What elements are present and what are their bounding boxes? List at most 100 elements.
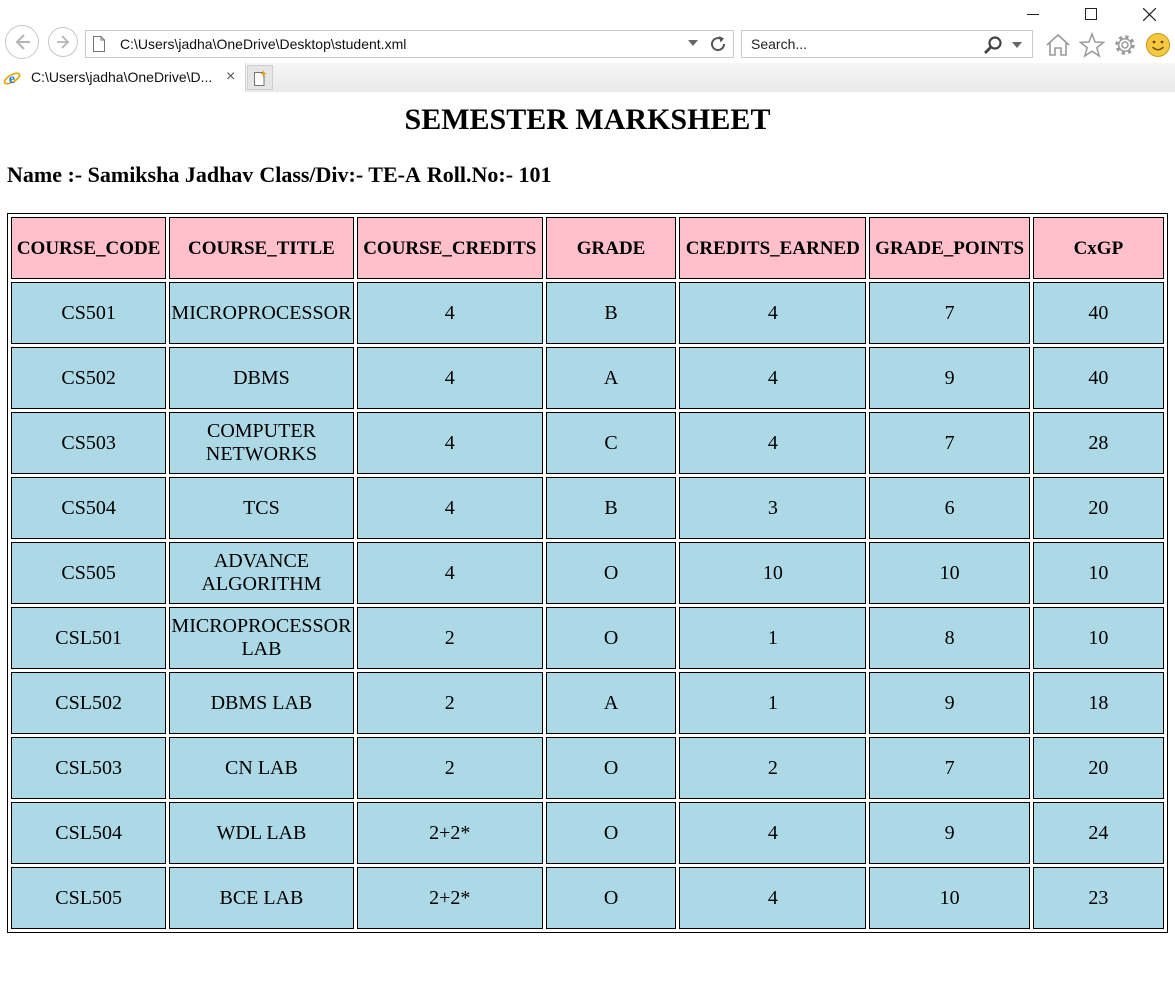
cell-course-title: DBMS LAB	[169, 672, 354, 734]
cell-course-credits: 4	[356, 412, 543, 474]
cell-credits-earned: 4	[679, 282, 867, 344]
cell-grade-points: 7	[869, 282, 1030, 344]
search-dropdown-icon[interactable]	[1012, 42, 1022, 48]
close-icon	[1142, 7, 1156, 21]
cell-cxgp: 40	[1032, 282, 1164, 344]
cell-course-title: MICROPROCESSOR LAB	[169, 607, 354, 669]
home-icon	[1046, 33, 1070, 56]
cell-grade: O	[545, 802, 677, 864]
cell-credits-earned: 1	[679, 607, 867, 669]
favorites-star-icon	[1079, 32, 1105, 58]
cell-grade-points: 7	[869, 737, 1030, 799]
cell-grade: O	[545, 867, 677, 929]
settings-button[interactable]	[1110, 30, 1140, 60]
cell-course-credits: 4	[356, 542, 543, 604]
cell-course-title: CN LAB	[169, 737, 354, 799]
tab-student-xml[interactable]: e C:\Users\jadha\OneDrive\D... ×	[0, 63, 246, 92]
close-window-button[interactable]	[1120, 0, 1175, 28]
minimize-icon	[1027, 14, 1039, 15]
table-row: CS502 DBMS 4 A 4 9 40	[11, 347, 1164, 409]
student-info: Name :- Samiksha Jadhav Class/Div:- TE-A R…	[7, 161, 552, 189]
cell-course-code: CSL503	[11, 737, 167, 799]
table-body: CS501 MICROPROCESSOR 4 B 4 7 40 CS502 DBMS 4 A 4 9 40…	[11, 282, 1164, 929]
cell-grade-points: 7	[869, 412, 1030, 474]
forward-button[interactable]	[48, 27, 78, 57]
cell-course-title: COMPUTER NETWORKS	[169, 412, 354, 474]
cell-cxgp: 18	[1032, 672, 1164, 734]
search-icon[interactable]	[983, 35, 1003, 55]
home-button[interactable]	[1043, 30, 1073, 60]
table-row: CSL501 MICROPROCESSOR LAB 2 O 1 8 10	[11, 607, 1164, 669]
cell-grade-points: 10	[869, 542, 1030, 604]
table-row: CS505 ADVANCE ALGORITHM 4 O 10 10 10	[11, 542, 1164, 604]
page-icon	[93, 36, 105, 52]
back-icon	[15, 34, 30, 50]
cell-course-credits: 4	[356, 282, 543, 344]
cell-course-code: CS503	[11, 412, 167, 474]
column-header-credits-earned: CREDITS_EARNED	[679, 217, 867, 279]
tab-strip: e C:\Users\jadha\OneDrive\D... ×	[0, 63, 1175, 92]
feedback-button[interactable]	[1143, 30, 1173, 60]
cell-course-code: CS501	[11, 282, 167, 344]
cell-grade-points: 8	[869, 607, 1030, 669]
column-header-course-code: COURSE_CODE	[11, 217, 167, 279]
maximize-button[interactable]	[1062, 0, 1120, 28]
cell-cxgp: 23	[1032, 867, 1164, 929]
table-row: CSL502 DBMS LAB 2 A 1 9 18	[11, 672, 1164, 734]
tab-close-icon[interactable]: ×	[226, 69, 235, 85]
cell-course-title: DBMS	[169, 347, 354, 409]
cell-cxgp: 10	[1032, 542, 1164, 604]
cell-grade: C	[545, 412, 677, 474]
new-tab-icon	[254, 69, 267, 86]
table-row: CSL503 CN LAB 2 O 2 7 20	[11, 737, 1164, 799]
cell-course-credits: 2	[356, 607, 543, 669]
cell-course-credits: 2+2*	[356, 802, 543, 864]
column-header-course-title: COURSE_TITLE	[169, 217, 354, 279]
back-button[interactable]	[5, 25, 39, 59]
forward-icon	[57, 35, 70, 49]
smiley-feedback-icon	[1146, 33, 1170, 57]
favorites-button[interactable]	[1077, 30, 1107, 60]
column-header-grade-points: GRADE_POINTS	[869, 217, 1030, 279]
cell-course-code: CSL501	[11, 607, 167, 669]
cell-course-credits: 4	[356, 477, 543, 539]
address-url: C:\Users\jadha\OneDrive\Desktop\student.…	[120, 36, 407, 52]
cell-cxgp: 24	[1032, 802, 1164, 864]
cell-course-title: MICROPROCESSOR	[169, 282, 354, 344]
cell-grade: B	[545, 477, 677, 539]
cell-credits-earned: 3	[679, 477, 867, 539]
cell-cxgp: 10	[1032, 607, 1164, 669]
cell-grade: A	[545, 672, 677, 734]
page-title: SEMESTER MARKSHEET	[404, 103, 771, 136]
cell-course-code: CSL504	[11, 802, 167, 864]
search-input[interactable]	[742, 31, 981, 57]
cell-course-title: TCS	[169, 477, 354, 539]
cell-cxgp: 40	[1032, 347, 1164, 409]
cell-grade: B	[545, 282, 677, 344]
cell-credits-earned: 2	[679, 737, 867, 799]
cell-course-credits: 2	[356, 737, 543, 799]
cell-course-title: BCE LAB	[169, 867, 354, 929]
table-header-row: COURSE_CODE COURSE_TITLE COURSE_CREDITS GRA…	[11, 217, 1164, 279]
cell-course-code: CS505	[11, 542, 167, 604]
address-bar[interactable]: C:\Users\jadha\OneDrive\Desktop\student.…	[85, 30, 734, 58]
cell-credits-earned: 4	[679, 412, 867, 474]
dropdown-icon[interactable]	[688, 40, 698, 46]
cell-credits-earned: 4	[679, 867, 867, 929]
search-box[interactable]	[741, 30, 1033, 58]
cell-course-credits: 2	[356, 672, 543, 734]
table-row: CSL504 WDL LAB 2+2* O 4 9 24	[11, 802, 1164, 864]
column-header-course-credits: COURSE_CREDITS	[356, 217, 543, 279]
cell-course-code: CSL505	[11, 867, 167, 929]
minimize-button[interactable]	[1004, 0, 1062, 28]
refresh-icon[interactable]	[708, 34, 728, 54]
column-header-grade: GRADE	[545, 217, 677, 279]
cell-credits-earned: 10	[679, 542, 867, 604]
cell-grade: O	[545, 737, 677, 799]
table-row: CS501 MICROPROCESSOR 4 B 4 7 40	[11, 282, 1164, 344]
tab-title: C:\Users\jadha\OneDrive\D...	[31, 69, 213, 85]
cell-course-code: CSL502	[11, 672, 167, 734]
cell-grade: O	[545, 607, 677, 669]
new-tab-button[interactable]	[247, 65, 273, 90]
student-class-div: Class/Div:- TE-A	[259, 162, 421, 187]
